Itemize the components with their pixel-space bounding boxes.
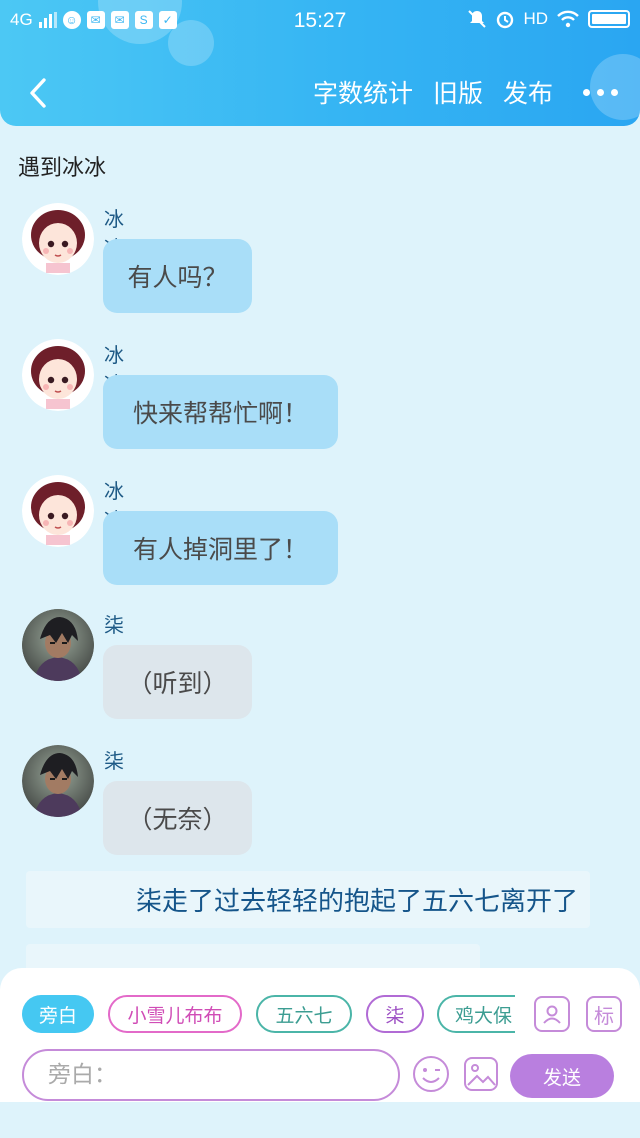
sender-name: 柒 bbox=[104, 613, 124, 637]
alarm-icon bbox=[497, 11, 514, 29]
message-input[interactable] bbox=[22, 1049, 400, 1101]
word-count-button[interactable]: 字数统计 bbox=[313, 74, 413, 110]
message-bubble: （无奈） bbox=[103, 781, 252, 855]
role-chip[interactable]: 小雪儿布布 bbox=[108, 995, 242, 1033]
role-chip-narrator[interactable]: 旁白 bbox=[22, 995, 94, 1033]
message-bubble: （听到） bbox=[103, 645, 252, 719]
avatar-boy[interactable] bbox=[22, 609, 94, 681]
more-menu-icon[interactable] bbox=[573, 88, 618, 96]
nav-bar: 字数统计 旧版 发布 bbox=[0, 64, 640, 120]
avatar-boy[interactable] bbox=[22, 745, 94, 817]
avatar-girl[interactable] bbox=[22, 475, 94, 547]
bottom-strip bbox=[0, 1102, 640, 1138]
avatar-girl[interactable] bbox=[22, 203, 94, 275]
send-button[interactable]: 发送 bbox=[510, 1054, 614, 1098]
hd-indicator: HD bbox=[523, 9, 548, 28]
back-arrow-icon[interactable] bbox=[22, 76, 56, 110]
status-bar: 4G ☺ ✉ ✉ S ✓ 15:27 HD bbox=[0, 0, 640, 44]
header-bar: 4G ☺ ✉ ✉ S ✓ 15:27 HD 字数统计 旧版 发布 bbox=[0, 0, 640, 126]
tag-button[interactable]: 标 bbox=[586, 996, 622, 1032]
message-bubble: 有人掉洞里了！ bbox=[103, 511, 338, 585]
story-title: 遇到冰冰 bbox=[18, 156, 107, 181]
narration-block: 柒走了过去轻轻的抱起了五六七离开了 bbox=[26, 871, 590, 928]
wifi-icon bbox=[557, 10, 579, 28]
role-chip[interactable]: 柒 bbox=[366, 995, 424, 1033]
mute-bell-icon bbox=[468, 10, 487, 28]
character-manage-icon[interactable] bbox=[534, 996, 570, 1032]
old-version-button[interactable]: 旧版 bbox=[433, 74, 483, 110]
battery-icon bbox=[588, 10, 630, 28]
avatar-girl[interactable] bbox=[22, 339, 94, 411]
message-bubble: 有人吗？ bbox=[103, 239, 252, 313]
role-chip[interactable]: 鸡大保 bbox=[437, 995, 515, 1033]
message-bubble: 快来帮帮忙啊！ bbox=[103, 375, 338, 449]
image-icon[interactable] bbox=[462, 1055, 500, 1093]
compose-panel: 旁白 小雪儿布布 五六七 柒 鸡大保 标 发送 bbox=[0, 968, 640, 1102]
role-chip[interactable]: 五六七 bbox=[256, 995, 352, 1033]
publish-button[interactable]: 发布 bbox=[503, 74, 553, 110]
sender-name: 柒 bbox=[104, 749, 124, 773]
emoji-icon[interactable] bbox=[412, 1055, 450, 1093]
